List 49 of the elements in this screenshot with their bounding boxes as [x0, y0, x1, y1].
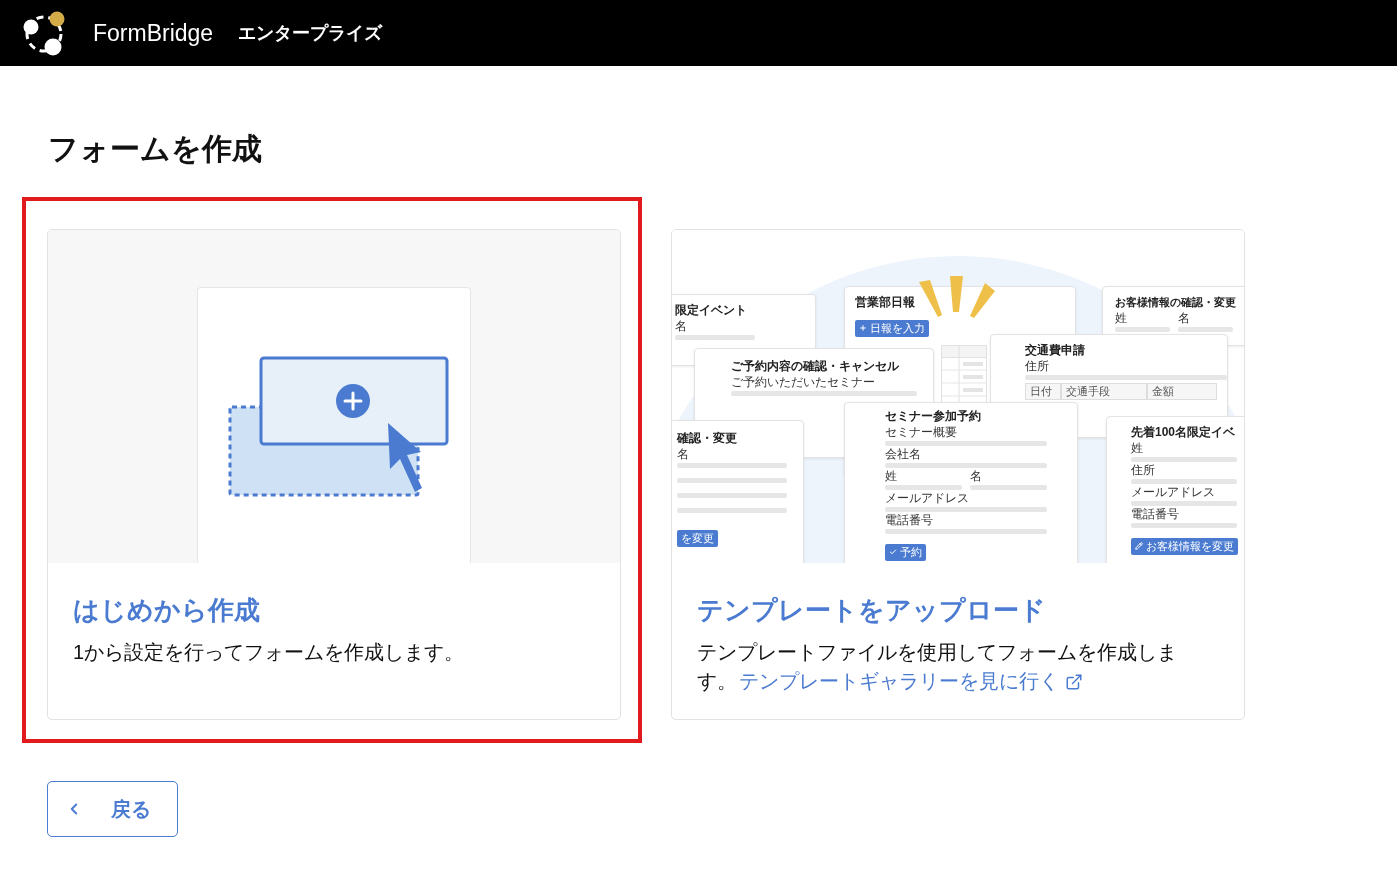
option-card[interactable]: はじめから作成 1から設定を行ってフォームを作成します。 [47, 229, 621, 720]
option-title: テンプレートをアップロード [697, 594, 1046, 627]
input-field [1178, 327, 1233, 332]
field-label: 電話番号 [885, 514, 933, 527]
field-label: 名 [970, 470, 982, 483]
field-label: ご予約いただいたセミナー [731, 376, 875, 389]
field-label: 名 [677, 448, 689, 461]
check-icon [889, 548, 897, 556]
field-label: 名 [1178, 312, 1190, 325]
table-header-cell: 交通手段 [1061, 383, 1147, 400]
input-field [1115, 327, 1170, 332]
field-label: メールアドレス [885, 492, 969, 505]
form-title: セミナー参加予約 [885, 409, 981, 424]
field-label: 姓 [885, 470, 897, 483]
form-button: お客様情報を変更 [1131, 537, 1238, 555]
table-header-cell: 金額 [1147, 383, 1217, 400]
form-title: 営業部日報 [855, 295, 915, 310]
gallery-link[interactable]: テンプレートギャラリーを見に行く [739, 667, 1083, 696]
form-title: 先着100名限定イベ [1131, 425, 1236, 440]
form-title: 交通費申請 [1025, 343, 1085, 358]
field-label: 住所 [1025, 360, 1049, 373]
pencil-icon [1135, 542, 1143, 550]
form-title: 確認・変更 [677, 431, 737, 446]
field-label: 姓 [1115, 312, 1127, 325]
field-label: 会社名 [885, 448, 921, 461]
field-label: セミナー概要 [885, 426, 957, 439]
field-label: 姓 [1131, 442, 1143, 455]
brand-name: FormBridge [93, 19, 214, 48]
plus-icon [859, 324, 867, 332]
page-title: フォームを作成 [48, 131, 262, 167]
field-label: メールアドレス [1131, 486, 1215, 499]
field-label: 住所 [1131, 464, 1155, 477]
burst-icon [918, 275, 996, 319]
form-button: を変更 [677, 530, 718, 547]
option-card[interactable] [671, 229, 1245, 720]
form-button: 日報を入力 [855, 319, 929, 337]
edition-label: エンタープライズ [238, 22, 383, 45]
back-button[interactable]: 戻る [47, 781, 178, 837]
field-label: 名 [675, 320, 687, 333]
option-description: 1から設定を行ってフォームを作成します。 [73, 640, 466, 665]
external-link-icon [1065, 672, 1083, 691]
form-title: 限定イベント [675, 303, 747, 318]
form-title: お客様情報の確認・変更 [1115, 295, 1236, 310]
table-header-cell: 日付 [1025, 383, 1061, 400]
option-title: はじめから作成 [73, 594, 260, 627]
form-title: ご予約内容の確認・キャンセル [731, 359, 899, 374]
field-label: 電話番号 [1131, 508, 1179, 521]
form-button: 予約 [885, 543, 926, 561]
option-description: テンプレートファイルを使用してフォームを作成します。テンプレートギャラリーを見に行く [697, 638, 1197, 696]
